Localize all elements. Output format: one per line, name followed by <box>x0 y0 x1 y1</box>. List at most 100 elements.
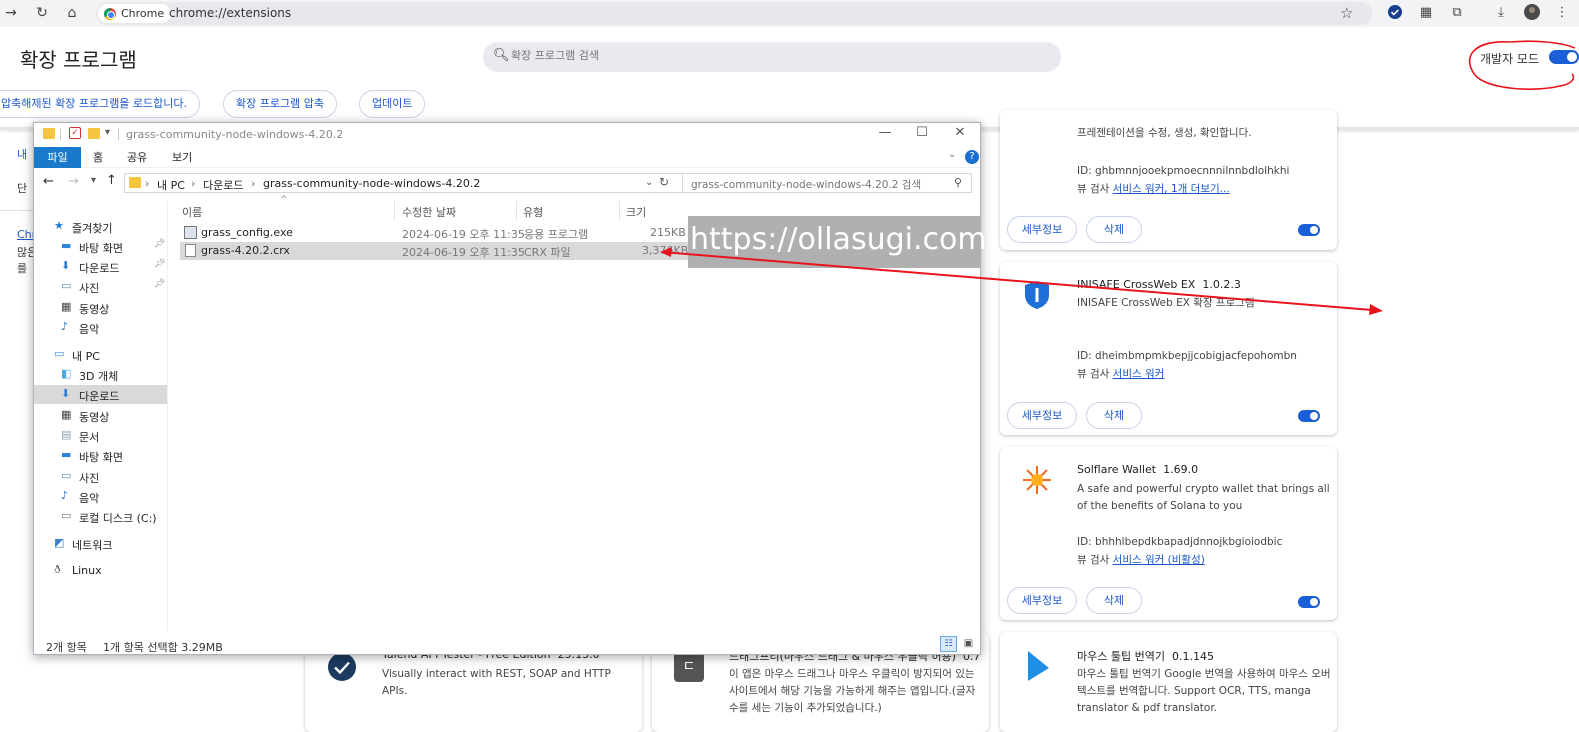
pin-icon[interactable]: 📌︎ <box>154 279 165 289</box>
file-row-selected[interactable]: grass-4.20.2.crx 2024-06-19 오후 11:35 CRX… <box>180 242 688 260</box>
remove-button[interactable]: 삭제 <box>1086 402 1142 429</box>
nav-item[interactable]: ▬ 바탕 화면 📌︎ <box>34 237 167 256</box>
nav-item[interactable]: ▭ 내 PC <box>34 345 167 364</box>
inspect-views-link[interactable]: 서비스 워커 (비활성) <box>1113 554 1205 566</box>
breadcrumb-item[interactable]: 다운로드 <box>203 177 243 193</box>
close-icon[interactable]: ✕ <box>945 125 975 140</box>
nav-item[interactable]: ▭ 사진 <box>34 467 167 486</box>
extension-id: ID: ghbmnnjooekpmoecnnnilnnbdlolhkhi <box>1077 165 1290 177</box>
explorer-title-bar[interactable]: ✓ ▾ grass-community-node-windows-4.20.2 … <box>34 123 980 146</box>
nav-item-label: 음악 <box>79 492 100 505</box>
bookmark-star-icon[interactable]: ☆ <box>1340 4 1353 22</box>
nav-item[interactable]: ▦ 동영상 <box>34 406 167 425</box>
nav-item[interactable]: ◩ 네트워크 <box>34 534 167 553</box>
nav-item[interactable]: ◧ 3D 개체 <box>34 365 167 384</box>
sort-caret-icon: ^ <box>280 195 288 205</box>
nav-item[interactable]: ⬇ 다운로드 📌︎ <box>34 257 167 276</box>
column-divider[interactable] <box>619 201 620 221</box>
pack-extension-button[interactable]: 확장 프로그램 압축 <box>223 90 337 118</box>
puzzle-extensions-icon[interactable]: ⧉ <box>1448 4 1466 22</box>
address-dropdown-icon[interactable]: ⌄ <box>645 177 653 188</box>
nav-item[interactable]: ▬ 바탕 화면 <box>34 446 167 465</box>
nav-item[interactable]: ♪ 음악 <box>34 318 167 337</box>
explorer-search-input[interactable] <box>682 173 972 193</box>
nav-item[interactable]: ▦ 동영상 <box>34 298 167 317</box>
back-arrow-icon[interactable]: ← <box>43 174 54 189</box>
properties-check-icon[interactable]: ✓ <box>69 127 81 139</box>
inspect-views-link[interactable]: 서비스 워커 <box>1113 368 1165 380</box>
nav-item[interactable]: ⬇ 다운로드 <box>34 385 167 404</box>
details-button[interactable]: 세부정보 <box>1007 402 1077 429</box>
inspect-views-link[interactable]: 서비스 워커, 1개 더보기... <box>1113 183 1230 195</box>
home-icon[interactable]: ⌂ <box>63 4 81 22</box>
menu-kebab-icon[interactable]: ⋮ <box>1553 4 1571 22</box>
breadcrumb-item[interactable]: grass-community-node-windows-4.20.2 <box>263 177 480 190</box>
search-input[interactable] <box>511 49 1011 62</box>
extension-enable-toggle[interactable] <box>1298 224 1320 236</box>
column-divider[interactable] <box>516 201 517 221</box>
profile-avatar[interactable] <box>1523 4 1541 22</box>
side-fragment[interactable]: 단 <box>17 180 27 196</box>
nav-item[interactable]: ★ 즐겨찾기 <box>34 217 167 236</box>
update-button[interactable]: 업데이트 <box>359 90 426 118</box>
maximize-icon[interactable]: ☐ <box>907 125 937 140</box>
remove-button[interactable]: 삭제 <box>1086 587 1142 614</box>
column-header-size[interactable]: 크기 <box>626 204 646 220</box>
side-fragment[interactable]: 내 <box>17 146 27 162</box>
explorer-status-bar: 2개 항목 1개 항목 선택함 3.29MB ☷ ▣ <box>34 633 980 655</box>
ribbon-tab-share[interactable]: 공유 <box>127 149 147 165</box>
details-button[interactable]: 세부정보 <box>1007 587 1077 614</box>
extension-enable-toggle[interactable] <box>1298 596 1320 608</box>
forward-icon[interactable]: → <box>2 4 20 22</box>
explorer-address-row: ← → ▾ ↑ › 내 PC › 다운로드 › grass-community-… <box>34 171 980 195</box>
exe-icon <box>184 226 197 239</box>
minimize-icon[interactable]: — <box>870 125 900 140</box>
remove-button[interactable]: 삭제 <box>1086 216 1142 243</box>
forward-arrow-icon[interactable]: → <box>68 174 79 189</box>
new-folder-icon[interactable] <box>88 128 100 139</box>
ribbon-tab-view[interactable]: 보기 <box>172 149 192 165</box>
ribbon-tab-file[interactable]: 파일 <box>34 147 81 168</box>
ribbon-expand-icon[interactable]: ⌄ <box>948 149 956 160</box>
breadcrumb-item[interactable]: 내 PC <box>157 177 185 193</box>
dev-mode-toggle[interactable] <box>1549 50 1579 64</box>
nav-item[interactable]: ▭ 로컬 디스크 (C:) <box>34 507 167 526</box>
extension-check-icon[interactable] <box>1386 4 1404 22</box>
url-text[interactable]: chrome://extensions <box>169 6 291 20</box>
qr-code-icon[interactable]: ▦ <box>1417 4 1435 22</box>
nav-item[interactable]: ▭ 사진 📌︎ <box>34 277 167 296</box>
chrome-chip[interactable]: Chrome <box>98 4 172 23</box>
extension-name-text: INISAFE CrossWeb EX <box>1077 278 1196 291</box>
pc-icon: ▭ <box>54 347 65 360</box>
file-row[interactable]: grass_config.exe 2024-06-19 오후 11:35 응용 … <box>180 224 688 242</box>
extension-enable-toggle[interactable] <box>1298 410 1320 422</box>
column-header-type[interactable]: 유형 <box>523 204 543 220</box>
up-arrow-icon[interactable]: ↑ <box>106 173 117 188</box>
download-icon[interactable]: ⤓ <box>1492 4 1510 22</box>
recent-locations-icon[interactable]: ▾ <box>91 175 96 186</box>
details-view-icon[interactable]: ☷ <box>940 636 957 652</box>
nav-item[interactable]: ♪ 음악 <box>34 487 167 506</box>
address-bar[interactable]: Chrome chrome://extensions ☆ <box>96 2 1372 25</box>
load-unpacked-button[interactable]: 압축해제된 확장 프로그램을 로드합니다. <box>0 90 201 118</box>
file-date: 2024-06-19 오후 11:35 <box>402 228 525 241</box>
quick-access-dropdown-icon[interactable]: ▾ <box>105 127 110 138</box>
column-header-name[interactable]: 이름 <box>182 204 202 220</box>
pin-icon[interactable]: 📌︎ <box>154 239 165 249</box>
nav-item[interactable]: 🐧︎ Linux <box>34 561 167 580</box>
details-button[interactable]: 세부정보 <box>1007 216 1077 243</box>
navigation-pane: ★ 즐겨찾기 ▬ 바탕 화면 📌︎ ⬇ 다운로드 📌︎ ▭ 사진 📌︎ ▦ 동영상 ♪ 음악 ▭ 내 PC ◧ 3D… <box>34 207 167 627</box>
pin-icon[interactable]: 📌︎ <box>154 259 165 269</box>
help-icon[interactable]: ? <box>965 150 979 164</box>
nav-item[interactable]: ▤ 문서 <box>34 426 167 445</box>
column-header-date[interactable]: 수정한 날짜 <box>402 204 456 220</box>
breadcrumb-separator: › <box>145 177 150 190</box>
refresh-icon[interactable]: ↻ <box>659 175 669 189</box>
large-icons-view-icon[interactable]: ▣ <box>961 637 976 651</box>
reload-icon[interactable]: ↻ <box>33 4 51 22</box>
column-divider[interactable] <box>394 201 395 221</box>
extension-search-box[interactable]: 🔍︎ <box>483 42 1061 72</box>
explorer-address-bar[interactable]: › 내 PC › 다운로드 › grass-community-node-win… <box>124 173 690 193</box>
nav-item-label: 다운로드 <box>79 390 120 403</box>
ribbon-tab-home[interactable]: 홈 <box>93 149 103 165</box>
